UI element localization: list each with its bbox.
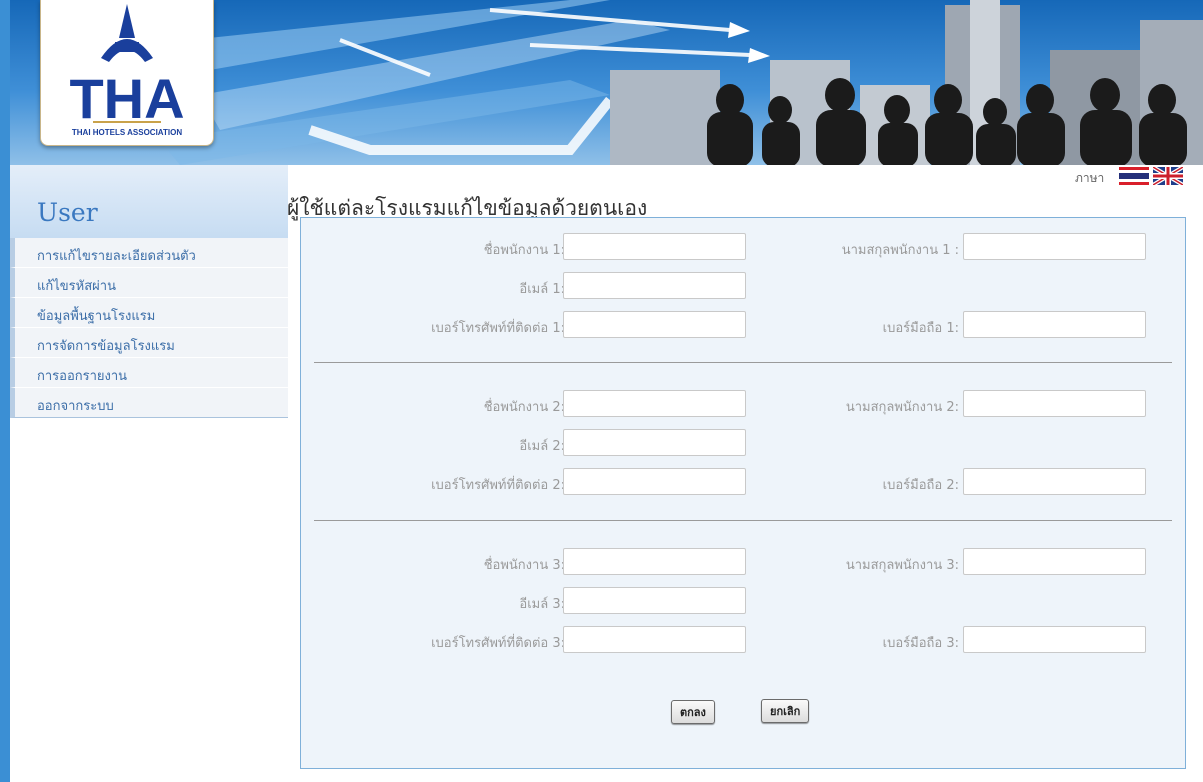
mobile-3-input[interactable] bbox=[963, 626, 1146, 653]
language-label: ภาษา bbox=[1075, 171, 1105, 185]
sidebar-item-label[interactable]: ข้อมูลพื้นฐานโรงแรม bbox=[37, 305, 155, 326]
ok-button[interactable]: ตกลง bbox=[671, 700, 715, 724]
phone-1-label: เบอร์โทรศัพท์ที่ติดต่อ 1: bbox=[431, 321, 565, 336]
sidebar-item-reports[interactable]: การออกรายงาน bbox=[10, 358, 288, 388]
mobile-1-label: เบอร์มือถือ 1: bbox=[882, 321, 959, 336]
email-2-label: อีเมล์ 2: bbox=[519, 439, 565, 454]
mobile-1-input[interactable] bbox=[963, 311, 1146, 338]
sidebar-item-change-password[interactable]: แก้ไขรหัสผ่าน bbox=[10, 268, 288, 298]
email-3-input[interactable] bbox=[563, 587, 746, 614]
sidebar-item-hotel-info[interactable]: ข้อมูลพื้นฐานโรงแรม bbox=[10, 298, 288, 328]
sidebar-item-label[interactable]: การแก้ไขรายละเอียดส่วนตัว bbox=[37, 245, 196, 266]
last-name-3-input[interactable] bbox=[963, 548, 1146, 575]
last-name-1-label: นามสกุลพนักงาน 1 : bbox=[841, 243, 959, 258]
employee-form-panel: ชื่อพนักงาน 1: นามสกุลพนักงาน 1 : อีเมล์… bbox=[300, 217, 1186, 769]
email-1-input[interactable] bbox=[563, 272, 746, 299]
section-divider bbox=[314, 520, 1172, 521]
sidebar-item-edit-profile[interactable]: การแก้ไขรายละเอียดส่วนตัว bbox=[10, 238, 288, 268]
section-divider bbox=[314, 362, 1172, 363]
email-1-label: อีเมล์ 1: bbox=[519, 282, 565, 297]
sidebar: User การแก้ไขรายละเอียดส่วนตัว แก้ไขรหัส… bbox=[10, 165, 288, 418]
tha-logo[interactable]: THA THAI HOTELS ASSOCIATION bbox=[40, 0, 214, 146]
last-name-3-label: นามสกุลพนักงาน 3: bbox=[845, 558, 959, 573]
last-name-2-input[interactable] bbox=[963, 390, 1146, 417]
logo-subtitle: THAI HOTELS ASSOCIATION bbox=[71, 128, 183, 137]
header-banner: THA THAI HOTELS ASSOCIATION bbox=[10, 0, 1203, 165]
sidebar-header: User bbox=[10, 165, 288, 238]
email-2-input[interactable] bbox=[563, 429, 746, 456]
mobile-2-label: เบอร์มือถือ 2: bbox=[882, 478, 959, 493]
left-accent-bar bbox=[0, 0, 10, 782]
sidebar-item-label[interactable]: การออกรายงาน bbox=[37, 365, 127, 386]
cancel-button[interactable]: ยกเลิก bbox=[761, 699, 810, 723]
thai-flag-icon[interactable] bbox=[1119, 167, 1149, 185]
last-name-1-input[interactable] bbox=[963, 233, 1146, 260]
first-name-3-label: ชื่อพนักงาน 3: bbox=[483, 558, 565, 573]
first-name-2-label: ชื่อพนักงาน 2: bbox=[483, 400, 565, 415]
sidebar-item-logout[interactable]: ออกจากระบบ bbox=[10, 388, 288, 418]
sidebar-item-label[interactable]: แก้ไขรหัสผ่าน bbox=[37, 275, 116, 296]
first-name-2-input[interactable] bbox=[563, 390, 746, 417]
phone-1-input[interactable] bbox=[563, 311, 746, 338]
first-name-3-input[interactable] bbox=[563, 548, 746, 575]
logo-letters: THA bbox=[69, 67, 184, 130]
phone-2-input[interactable] bbox=[563, 468, 746, 495]
uk-flag-icon[interactable] bbox=[1153, 167, 1183, 185]
sidebar-item-label[interactable]: ออกจากระบบ bbox=[37, 395, 114, 416]
first-name-1-label: ชื่อพนักงาน 1: bbox=[483, 243, 565, 258]
phone-3-input[interactable] bbox=[563, 626, 746, 653]
mobile-3-label: เบอร์มือถือ 3: bbox=[882, 636, 959, 651]
sidebar-title: User bbox=[37, 198, 98, 227]
email-3-label: อีเมล์ 3: bbox=[519, 597, 565, 612]
last-name-2-label: นามสกุลพนักงาน 2: bbox=[845, 400, 959, 415]
sidebar-item-label[interactable]: การจัดการข้อมูลโรงแรม bbox=[37, 335, 175, 356]
phone-3-label: เบอร์โทรศัพท์ที่ติดต่อ 3: bbox=[431, 636, 565, 651]
phone-2-label: เบอร์โทรศัพท์ที่ติดต่อ 2: bbox=[431, 478, 565, 493]
sidebar-item-hotel-management[interactable]: การจัดการข้อมูลโรงแรม bbox=[10, 328, 288, 358]
mobile-2-input[interactable] bbox=[963, 468, 1146, 495]
first-name-1-input[interactable] bbox=[563, 233, 746, 260]
logo-emblem-icon: THA bbox=[69, 4, 185, 130]
